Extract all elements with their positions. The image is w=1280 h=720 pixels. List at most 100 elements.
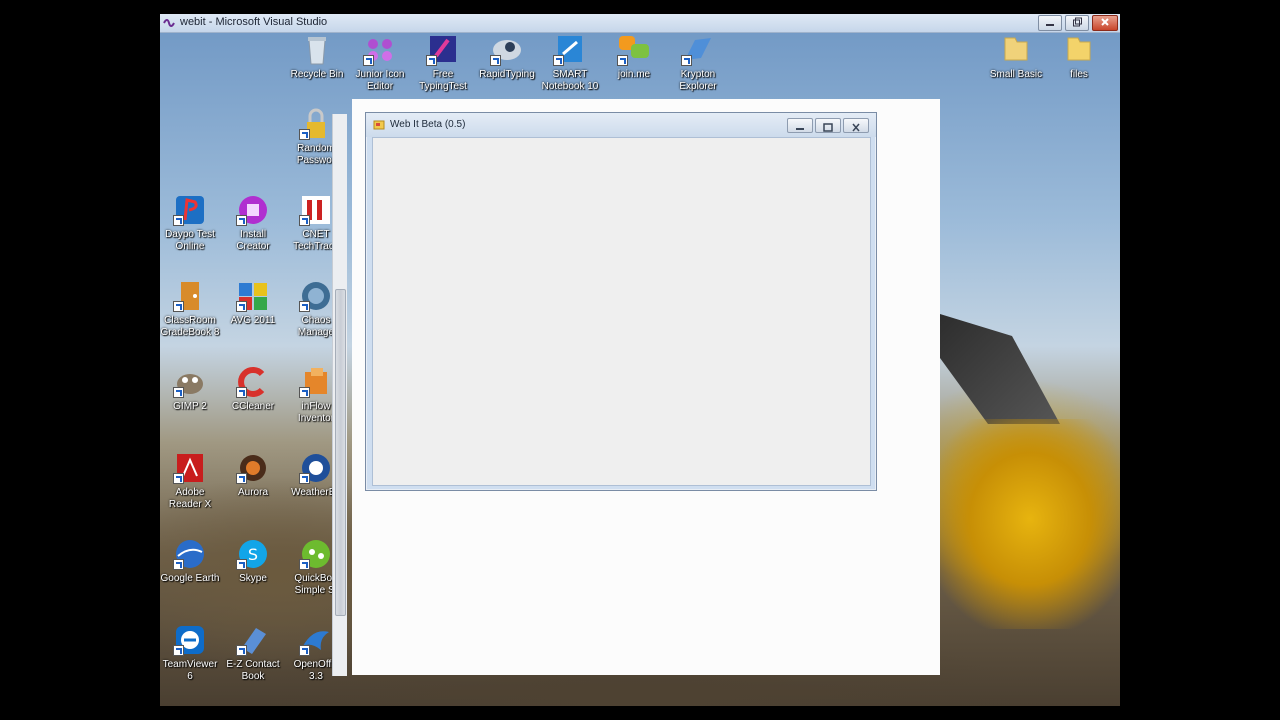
shortcut-arrow-icon	[299, 301, 310, 312]
shortcut-arrow-icon	[173, 473, 184, 484]
openoffice-icon	[299, 624, 333, 656]
shortcut-arrow-icon	[173, 215, 184, 226]
shortcut-arrow-icon	[173, 559, 184, 570]
aurora-icon	[236, 452, 270, 484]
desktop-icon-daypo[interactable]: Daypo Test Online	[160, 194, 222, 253]
icon-label: Skype	[239, 573, 267, 584]
chaos-manager-icon	[299, 280, 333, 312]
bulldozer-bucket	[940, 419, 1120, 629]
desktop-icon-join-me[interactable]: join.me	[602, 34, 666, 81]
desktop-icon-small-basic[interactable]: Small Basic	[984, 34, 1048, 81]
desktop-icon-install-creator[interactable]: Install Creator	[221, 194, 285, 253]
shortcut-arrow-icon	[173, 645, 184, 656]
shortcut-arrow-icon	[363, 55, 374, 66]
icon-label: ClassRoom GradeBook 8	[160, 315, 220, 338]
desktop-icon-free-typingtest[interactable]: Free TypingTest	[411, 34, 475, 93]
desktop-icon-rapidtyping[interactable]: RapidTyping	[475, 34, 539, 81]
form-title-bar[interactable]: Web It Beta (0.5)	[366, 113, 876, 137]
desktop-icon-aurora[interactable]: Aurora	[221, 452, 285, 499]
gimp-icon	[173, 366, 207, 398]
icon-label: TeamViewer 6	[162, 659, 218, 682]
shortcut-arrow-icon	[553, 55, 564, 66]
form-close-button[interactable]	[843, 118, 869, 133]
desktop-icon-smart-notebook[interactable]: SMART Notebook 10	[538, 34, 602, 93]
scrollbar-thumb[interactable]	[335, 289, 346, 616]
designer-scrollbar[interactable]	[332, 114, 347, 676]
desktop-icon-avg[interactable]: AVG 2011	[221, 280, 285, 327]
shortcut-arrow-icon	[236, 473, 247, 484]
minimize-icon	[796, 128, 804, 130]
google-earth-icon	[173, 538, 207, 570]
form-minimize-button[interactable]	[787, 118, 813, 133]
shortcut-arrow-icon	[236, 215, 247, 226]
cnet-icon	[299, 194, 333, 226]
free-typingtest-icon	[426, 34, 460, 66]
ccleaner-icon	[236, 366, 270, 398]
krypton-explorer-icon	[681, 34, 715, 66]
icon-label: Free TypingTest	[419, 69, 467, 92]
desktop-icon-krypton-explorer[interactable]: Krypton Explorer	[666, 34, 730, 93]
shortcut-arrow-icon	[236, 387, 247, 398]
form-title: Web It Beta (0.5)	[390, 119, 466, 130]
shortcut-arrow-icon	[173, 301, 184, 312]
form-app-icon	[373, 120, 385, 130]
desktop-icon-gimp[interactable]: GIMP 2	[160, 366, 222, 413]
lock-icon	[299, 108, 333, 140]
recycle-bin-icon	[300, 34, 334, 66]
vs-title-bar[interactable]: webit - Microsoft Visual Studio	[160, 14, 1120, 33]
close-icon	[852, 123, 860, 132]
minimize-icon	[1046, 24, 1054, 26]
desktop-icon-ccleaner[interactable]: CCleaner	[221, 366, 285, 413]
desktop-icon-recycle-bin[interactable]: Recycle Bin	[285, 34, 349, 81]
restore-button[interactable]	[1065, 15, 1089, 31]
desktop-icon-ez-contact-book[interactable]: E-Z Contact Book	[221, 624, 285, 683]
shortcut-arrow-icon	[236, 645, 247, 656]
skype-icon: S	[236, 538, 270, 570]
minimize-button[interactable]	[1038, 15, 1062, 31]
rapidtyping-icon	[490, 34, 524, 66]
smart-notebook-icon	[553, 34, 587, 66]
shortcut-arrow-icon	[173, 387, 184, 398]
desktop-icon-teamviewer[interactable]: TeamViewer 6	[160, 624, 222, 683]
svg-text:S: S	[248, 545, 258, 564]
icon-label: Adobe Reader X	[168, 487, 212, 510]
icon-label: Recycle Bin	[290, 69, 344, 80]
icon-label: Krypton Explorer	[679, 69, 717, 92]
junior-icon-editor-icon	[363, 34, 397, 66]
quickbooks-icon	[299, 538, 333, 570]
restore-icon	[1073, 17, 1082, 27]
icon-label: Small Basic	[989, 69, 1043, 80]
maximize-icon	[823, 123, 833, 132]
teamviewer-icon	[173, 624, 207, 656]
desktop-icon-files[interactable]: files	[1047, 34, 1111, 81]
desktop-icon-classroom-gradebook[interactable]: ClassRoom GradeBook 8	[160, 280, 222, 339]
desktop-icon-junior-icon-editor[interactable]: Junior Icon Editor	[348, 34, 412, 93]
close-button[interactable]	[1092, 15, 1118, 31]
shortcut-arrow-icon	[299, 387, 310, 398]
form-maximize-button[interactable]	[815, 118, 841, 133]
desktop-icon-adobe-reader[interactable]: Adobe Reader X	[160, 452, 222, 511]
join-me-icon	[617, 34, 651, 66]
shortcut-arrow-icon	[299, 129, 310, 140]
icon-label: SMART Notebook 10	[541, 69, 599, 92]
weatherbug-icon	[299, 452, 333, 484]
shortcut-arrow-icon	[236, 559, 247, 570]
desktop-screen: webit - Microsoft Visual Studio Recycle …	[160, 14, 1120, 706]
icon-label: join.me	[617, 69, 651, 80]
icon-label: CCleaner	[231, 401, 275, 412]
form-client-area[interactable]	[372, 137, 871, 486]
close-icon	[1101, 18, 1109, 26]
icon-label: Aurora	[237, 487, 268, 498]
shortcut-arrow-icon	[299, 215, 310, 226]
folder-icon	[1062, 34, 1096, 66]
daypo-icon	[173, 194, 207, 226]
install-creator-icon	[236, 194, 270, 226]
folder-icon	[999, 34, 1033, 66]
shortcut-arrow-icon	[299, 473, 310, 484]
shortcut-arrow-icon	[490, 55, 501, 66]
shortcut-arrow-icon	[426, 55, 437, 66]
desktop-icon-google-earth[interactable]: Google Earth	[160, 538, 222, 585]
web-it-form[interactable]: Web It Beta (0.5)	[365, 112, 877, 491]
adobe-reader-icon	[173, 452, 207, 484]
desktop-icon-skype[interactable]: S Skype	[221, 538, 285, 585]
